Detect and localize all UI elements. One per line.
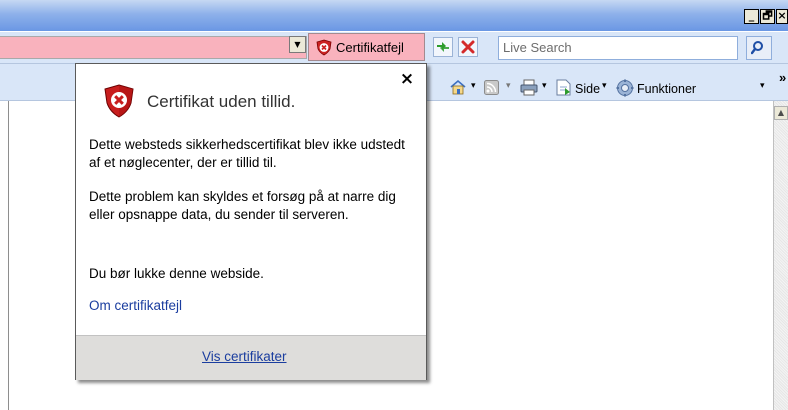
title-bar: _ 🗗 × [0,0,788,31]
minimize-button[interactable]: _ [744,9,759,24]
search-input[interactable]: Live Search [498,36,738,60]
print-button[interactable] [520,79,538,100]
feeds-dropdown-arrow[interactable]: ▾ [506,80,511,91]
feeds-button[interactable] [484,80,499,99]
scroll-up-icon: ▲ [777,108,785,117]
content-left-border [0,101,9,410]
home-button[interactable] [449,79,467,99]
address-field[interactable] [0,36,307,59]
address-bar-row: ▼ Certifikatfejl Live Search [0,32,788,64]
tools-dropdown-arrow[interactable]: ▾ [760,80,765,91]
feeds-icon [484,80,499,95]
popup-title: Certifikat uden tillid. [147,92,296,111]
stop-button[interactable] [458,37,478,57]
page-menu-button[interactable] [556,79,571,100]
popup-paragraph-1: Dette websteds sikkerhedscertifikat blev… [89,137,405,170]
certificate-error-popup: × Certifikat uden tillid. Dette websteds… [75,63,427,380]
restore-button[interactable]: 🗗 [760,9,775,24]
page-dropdown-arrow[interactable]: ▾ [602,80,607,91]
print-dropdown-arrow[interactable]: ▾ [542,80,547,91]
vertical-scrollbar[interactable] [773,101,788,410]
close-window-button[interactable]: × [776,9,788,24]
home-icon [450,79,466,95]
popup-paragraph-2: Dette problem kan skyldes et forsøg på a… [89,189,396,222]
tools-icon [616,79,634,97]
certificate-error-label: Certifikatfejl [336,40,404,55]
about-certificate-errors-link[interactable]: Om certifikatfejl [89,298,182,313]
certificate-error-button[interactable]: Certifikatfejl [308,33,425,61]
search-button[interactable] [746,36,772,60]
view-certificates-link[interactable]: Vis certifikater [202,349,287,364]
toolbar-overflow-chevron[interactable]: » [779,70,786,85]
shield-error-icon [104,84,134,118]
shield-error-icon [316,39,332,56]
home-dropdown-arrow[interactable]: ▾ [471,80,476,91]
refresh-icon [433,37,453,57]
refresh-button[interactable] [433,37,453,57]
search-icon [751,41,763,55]
page-icon [556,79,571,96]
popup-close-button[interactable]: × [399,71,415,88]
address-dropdown-button[interactable]: ▼ [289,36,306,53]
page-menu-label[interactable]: Side [575,82,600,96]
scroll-up-button[interactable]: ▲ [774,106,788,120]
stop-icon [458,37,478,57]
tools-menu-label[interactable]: Funktioner [637,82,696,96]
popup-paragraph-3: Du bør lukke denne webside. [89,266,264,281]
tools-menu-button[interactable] [616,79,634,101]
print-icon [520,79,538,96]
